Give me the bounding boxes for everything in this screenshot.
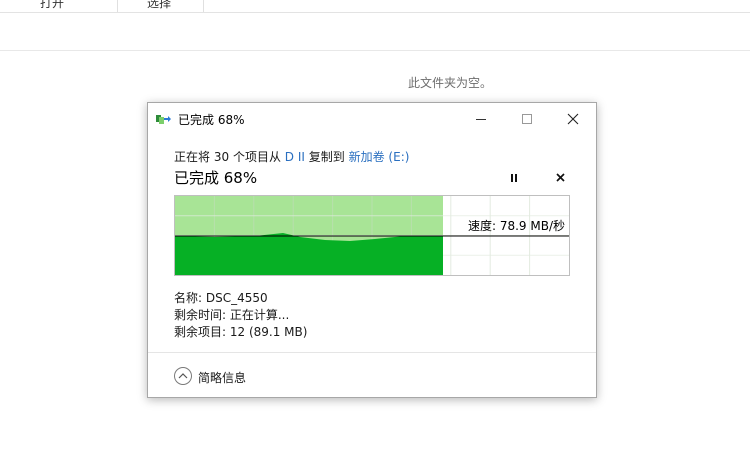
ribbon-tab-bar: 打开 选择 bbox=[0, 0, 750, 13]
current-file-name: 名称: DSC_4550 bbox=[174, 291, 268, 305]
items-remaining: 剩余项目: 12 (89.1 MB) bbox=[174, 325, 308, 339]
transfer-speed-graph: 速度: 78.9 MB/秒 bbox=[174, 195, 570, 276]
time-remaining: 剩余时间: 正在计算... bbox=[174, 308, 290, 322]
divider bbox=[0, 50, 750, 51]
maximize-icon bbox=[522, 114, 532, 124]
close-button[interactable] bbox=[550, 103, 596, 134]
ribbon-separator bbox=[203, 0, 204, 12]
source-link[interactable]: D II bbox=[285, 150, 305, 164]
ribbon-tab-select[interactable]: 选择 bbox=[147, 0, 171, 12]
pause-button[interactable] bbox=[504, 170, 524, 186]
stop-button[interactable] bbox=[551, 170, 571, 186]
minimize-button[interactable] bbox=[458, 103, 504, 134]
speed-graph-canvas bbox=[175, 196, 569, 275]
empty-folder-message: 此文件夹为空。 bbox=[408, 76, 493, 90]
dialog-titlebar[interactable]: 已完成 68% bbox=[148, 103, 596, 134]
speed-area bbox=[175, 233, 443, 275]
desc-verb: 复制到 bbox=[308, 150, 345, 164]
pause-icon bbox=[511, 174, 517, 182]
ribbon-separator bbox=[117, 0, 118, 12]
minimize-icon bbox=[476, 119, 486, 120]
footer-divider bbox=[148, 352, 596, 353]
close-icon bbox=[567, 113, 579, 125]
maximize-button[interactable] bbox=[504, 103, 550, 134]
desc-count: 30 bbox=[213, 150, 230, 164]
stop-icon bbox=[556, 173, 565, 182]
ribbon-tab-open[interactable]: 打开 bbox=[40, 0, 64, 12]
copy-description: 正在将 30 个项目从 D II 复制到 新加卷 (E:) bbox=[174, 148, 409, 165]
desc-mid: 个项目从 bbox=[232, 150, 281, 164]
speed-label: 速度: 78.9 MB/秒 bbox=[467, 219, 565, 233]
dialog-title: 已完成 68% bbox=[178, 113, 245, 127]
copy-files-icon bbox=[156, 112, 172, 126]
copy-progress-dialog: 已完成 68% 正在将 30 个项目从 D II 复制到 新加卷 (E:) 已完… bbox=[147, 102, 597, 398]
chevron-up-icon bbox=[174, 367, 192, 385]
destination-link[interactable]: 新加卷 (E:) bbox=[349, 150, 410, 164]
progress-status: 已完成 68% bbox=[174, 169, 258, 187]
fewer-details-label: 简略信息 bbox=[198, 371, 247, 385]
desc-prefix: 正在将 bbox=[174, 150, 211, 164]
